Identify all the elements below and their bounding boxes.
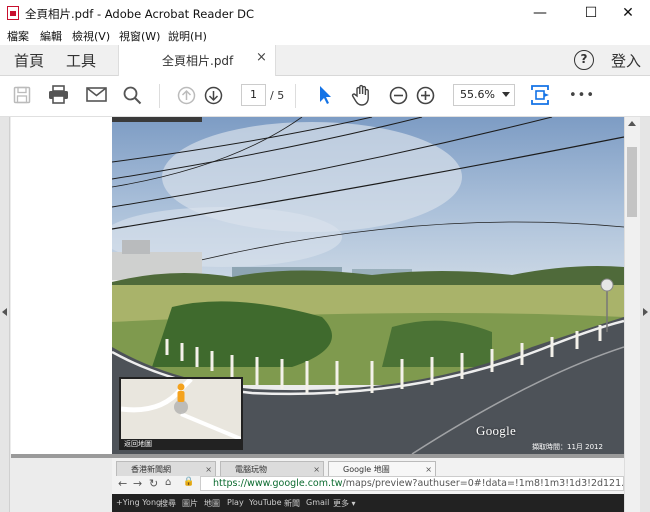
fit-page-icon[interactable] bbox=[530, 84, 550, 106]
menu-view[interactable]: 檢視(V) bbox=[72, 28, 110, 44]
select-pointer-icon[interactable] bbox=[318, 85, 332, 105]
hand-tool-icon[interactable] bbox=[351, 84, 372, 106]
bookmark-item: 新聞 bbox=[284, 499, 300, 508]
tab-home[interactable]: 首頁 bbox=[14, 50, 44, 71]
browser-forward-icon: → bbox=[133, 477, 143, 490]
zoom-out-icon[interactable] bbox=[389, 86, 408, 105]
toolbar-separator bbox=[159, 84, 160, 108]
document-tab-label: 全頁相片.pdf bbox=[162, 54, 234, 68]
close-tab-button[interactable]: × bbox=[256, 50, 267, 65]
more-icon[interactable]: ••• bbox=[569, 88, 595, 103]
back-to-map-label[interactable]: 返回地圖 bbox=[121, 439, 241, 449]
bookmark-item: 地圖 bbox=[204, 499, 220, 508]
help-icon[interactable]: ? bbox=[574, 50, 594, 70]
bookmark-item: YouTube bbox=[249, 498, 282, 507]
capture-date-note: 擷取時間：11月 2012 bbox=[532, 443, 603, 451]
scrollbar-thumb[interactable] bbox=[627, 147, 637, 217]
mail-icon[interactable] bbox=[86, 87, 107, 102]
menu-window[interactable]: 視窗(W) bbox=[119, 28, 160, 44]
acrobat-app-icon bbox=[7, 6, 19, 20]
bookmark-item: 搜尋 bbox=[160, 499, 176, 508]
chevron-down-icon bbox=[502, 92, 510, 97]
toolbar-separator bbox=[295, 84, 296, 108]
bookmark-item: Gmail bbox=[306, 498, 330, 507]
page-down-icon[interactable] bbox=[204, 86, 223, 105]
bookmark-item: 圖片 bbox=[182, 499, 198, 508]
pdf-page-margin bbox=[11, 117, 112, 454]
scroll-up-icon[interactable] bbox=[628, 121, 636, 126]
tab-tools[interactable]: 工具 bbox=[66, 50, 96, 71]
menu-edit[interactable]: 編輯 bbox=[40, 28, 62, 44]
close-button[interactable]: ✕ bbox=[606, 0, 650, 26]
page-up-icon[interactable] bbox=[177, 86, 196, 105]
print-icon[interactable] bbox=[48, 85, 69, 104]
pegman-icon bbox=[177, 383, 185, 402]
page-total-label: / 5 bbox=[270, 89, 285, 102]
browser-home-icon: ⌂ bbox=[165, 477, 172, 488]
tab-row bbox=[0, 45, 650, 76]
browser-reload-icon: ↻ bbox=[149, 477, 159, 490]
google-watermark: Google bbox=[476, 423, 517, 438]
bookmark-item: Play bbox=[227, 498, 244, 507]
bookmark-item: +Ying Yong bbox=[116, 498, 162, 507]
zoom-in-icon[interactable] bbox=[416, 86, 435, 105]
browser-address-bar: https://www.google.com.tw/maps/preview?a… bbox=[200, 476, 624, 491]
sign-in-button[interactable]: 登入 bbox=[611, 50, 641, 71]
window-title: 全頁相片.pdf - Adobe Acrobat Reader DC bbox=[25, 7, 255, 21]
save-icon[interactable] bbox=[13, 86, 31, 104]
search-icon[interactable] bbox=[123, 86, 142, 105]
lock-icon: 🔒 bbox=[183, 477, 195, 487]
menu-file[interactable]: 檔案 bbox=[7, 28, 29, 44]
browser-back-icon: ← bbox=[118, 477, 128, 490]
chevron-right-icon bbox=[643, 308, 648, 316]
menu-help[interactable]: 說明(H) bbox=[168, 28, 207, 44]
browser-tab: 香港新聞網 × bbox=[116, 461, 216, 476]
minimize-button[interactable]: — bbox=[518, 0, 562, 26]
browser-tab: 電腦玩物 × bbox=[220, 461, 324, 476]
bookmark-item: 更多 ▾ bbox=[333, 499, 356, 508]
chevron-left-icon bbox=[2, 308, 7, 316]
page-number-input[interactable]: 1 bbox=[241, 84, 266, 106]
browser-tab-active: Google 地圖 × bbox=[328, 461, 436, 476]
